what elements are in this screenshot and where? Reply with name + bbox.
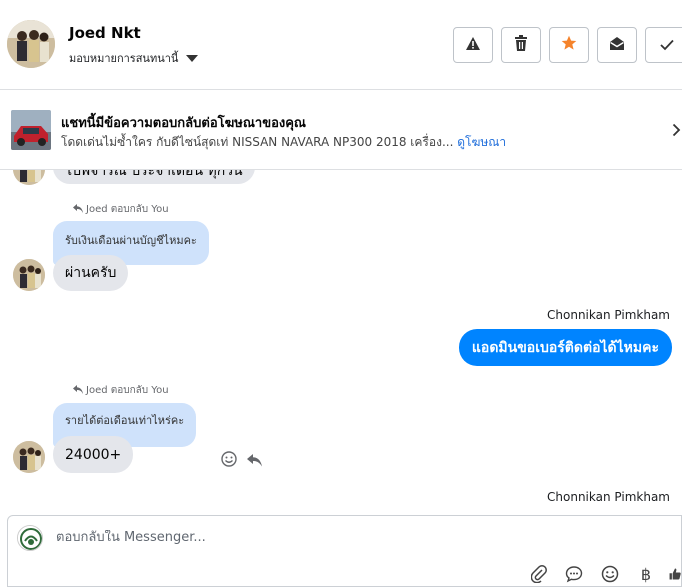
contact-avatar[interactable]	[7, 20, 55, 68]
sender-name: Chonnikan Pimkham	[547, 308, 670, 322]
reply-indicator: Joed ตอบกลับ You	[73, 202, 169, 217]
ad-description: โดดเด่นไม่ซ้ำใคร กับดีไซน์สุดเท่ NISSAN …	[61, 135, 454, 149]
reply-input[interactable]	[56, 530, 476, 545]
chevron-right-icon[interactable]	[672, 122, 681, 141]
message-bubble-incoming[interactable]: ไปพิจารณ ประจำเดือน ทุกวัน	[53, 170, 255, 184]
delete-button[interactable]	[501, 27, 541, 63]
reply-indicator-text: Joed ตอบกลับ You	[86, 385, 169, 396]
baht-icon[interactable]: ฿	[636, 564, 656, 584]
emoji-icon[interactable]	[600, 564, 620, 584]
reply-arrow-icon	[73, 384, 83, 397]
sender-name: Chonnikan Pimkham	[547, 490, 670, 504]
contact-avatar-small	[13, 259, 45, 291]
message-bubble-incoming[interactable]: ผ่านครับ	[53, 255, 129, 291]
view-ad-link[interactable]: ดูโฆษณา	[457, 135, 506, 149]
contact-avatar-small	[13, 441, 45, 473]
ad-banner-subtitle: โดดเด่นไม่ซ้ำใคร กับดีไซน์สุดเท่ NISSAN …	[61, 133, 506, 152]
message-bubble-outgoing[interactable]: แอดมินขอเบอร์ติดต่อได้ไหมคะ	[458, 329, 672, 366]
assign-label: มอบหมายการสนทนานี้	[69, 52, 179, 65]
check-icon	[660, 36, 674, 55]
mark-done-button[interactable]	[645, 27, 682, 63]
mark-unread-icon	[609, 36, 625, 55]
inbox-conversation: Joed Nkt มอบหมายการสนทนานี้ แชทนี้มีข้อค…	[0, 0, 682, 587]
warning-icon	[465, 36, 481, 55]
star-button[interactable]	[549, 27, 589, 63]
reply-indicator: Joed ตอบกลับ You	[73, 383, 169, 398]
ad-context-banner[interactable]: แชทนี้มีข้อความตอบกลับต่อโฆษณาของคุณ โดด…	[0, 90, 682, 170]
contact-avatar-small	[13, 170, 45, 185]
ad-banner-title: แชทนี้มีข้อความตอบกลับต่อโฆษณาของคุณ	[61, 116, 306, 131]
reply-arrow-icon	[73, 203, 83, 216]
message-thread[interactable]: ไปพิจารณ ประจำเดือน ทุกวัน Joed ตอบกลับ …	[0, 170, 682, 515]
page-avatar	[17, 525, 43, 551]
message-actions	[221, 451, 262, 471]
message-bubble-incoming[interactable]: 24000+	[53, 436, 134, 473]
like-icon[interactable]	[668, 564, 682, 584]
react-emoji-icon[interactable]	[221, 451, 237, 471]
mark-spam-button[interactable]	[453, 27, 493, 63]
saved-reply-icon[interactable]	[564, 564, 584, 584]
ad-thumbnail	[11, 110, 51, 150]
reply-icon[interactable]	[247, 452, 262, 471]
assign-conversation-dropdown[interactable]: มอบหมายการสนทนานี้	[69, 49, 199, 67]
trash-icon	[514, 35, 528, 55]
reply-indicator-text: Joed ตอบกลับ You	[86, 204, 169, 215]
contact-name[interactable]: Joed Nkt	[69, 24, 141, 42]
attachment-icon[interactable]	[529, 564, 549, 584]
mark-unread-button[interactable]	[597, 27, 637, 63]
conversation-header: Joed Nkt มอบหมายการสนทนานี้	[0, 0, 682, 90]
reply-composer: ฿	[7, 515, 682, 587]
star-icon	[561, 35, 577, 55]
caret-down-icon	[186, 54, 199, 62]
